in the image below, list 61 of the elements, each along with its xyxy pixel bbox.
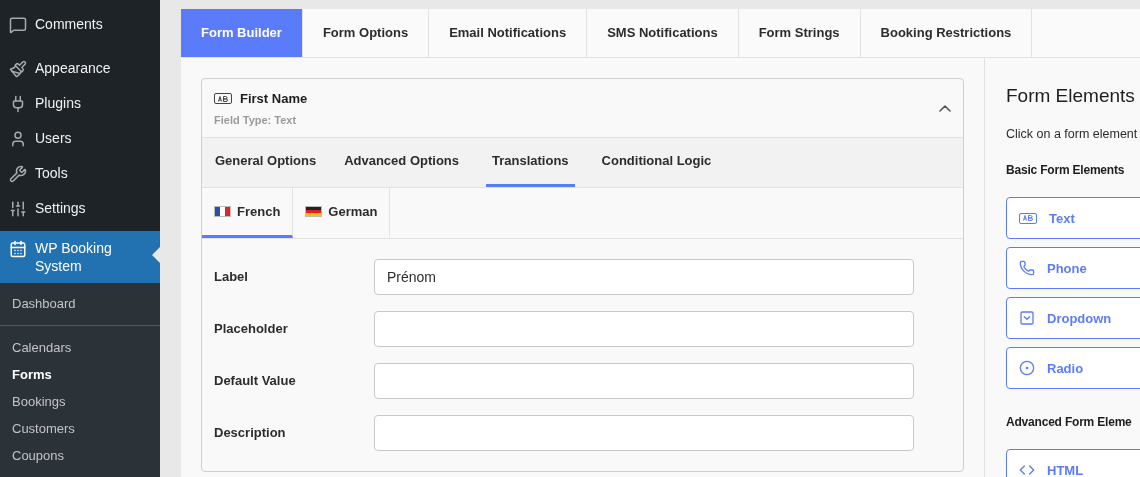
submenu-item[interactable]: Calendars bbox=[0, 334, 160, 361]
sidebar-item[interactable]: Users bbox=[0, 121, 160, 156]
form-element-button[interactable]: Radio bbox=[1006, 347, 1140, 390]
submenu-item[interactable]: Coupons bbox=[0, 442, 160, 469]
submenu-item[interactable]: Forms bbox=[0, 361, 160, 388]
tab[interactable]: Form Builder bbox=[181, 9, 303, 57]
tab[interactable]: Form Strings bbox=[738, 9, 861, 57]
submenu-item[interactable]: Bookings bbox=[0, 388, 160, 415]
phone-icon bbox=[1019, 260, 1035, 277]
sidebar-item[interactable]: Plugins bbox=[0, 86, 160, 121]
submenu-item[interactable]: Dashboard bbox=[0, 290, 160, 317]
speech-bubble-icon bbox=[9, 16, 27, 34]
text-field-icon bbox=[1019, 212, 1037, 224]
option-tab[interactable]: Advanced Options bbox=[343, 138, 460, 187]
language-tab[interactable]: German bbox=[293, 188, 391, 238]
sliders-icon bbox=[9, 200, 27, 218]
language-tab[interactable]: French bbox=[202, 188, 294, 238]
calendar-icon bbox=[9, 240, 27, 258]
option-tab[interactable]: Translations bbox=[486, 138, 575, 187]
submenu-item[interactable]: Customers bbox=[0, 415, 160, 442]
wrench-icon bbox=[9, 165, 27, 183]
section-heading: Advanced Form Eleme bbox=[1006, 414, 1133, 432]
option-tab[interactable]: General Options bbox=[214, 138, 318, 187]
form-element-button[interactable]: Phone bbox=[1006, 247, 1140, 290]
chevron-icon bbox=[939, 105, 951, 112]
panel-heading: Form Elements bbox=[1006, 84, 1136, 108]
text-input[interactable]: Prénom bbox=[374, 259, 914, 295]
tab[interactable]: Booking Restrictions bbox=[860, 9, 1033, 57]
field-title: First Name bbox=[240, 90, 308, 108]
text-input[interactable] bbox=[374, 415, 914, 451]
sidebar-item[interactable]: Settings bbox=[0, 191, 160, 226]
field-type-label: Field Type: Text bbox=[214, 112, 298, 128]
user-icon bbox=[9, 130, 27, 148]
text-input[interactable] bbox=[374, 363, 914, 399]
tab[interactable]: Email Notifications bbox=[429, 9, 588, 57]
paintbrush-icon bbox=[9, 60, 27, 78]
collapse-button[interactable] bbox=[939, 105, 951, 112]
form-element-button[interactable]: HTML bbox=[1006, 449, 1140, 477]
form-element-button[interactable]: Dropdown bbox=[1006, 297, 1140, 340]
field-label: Placeholder bbox=[214, 320, 289, 339]
form-element-button[interactable]: Text bbox=[1006, 197, 1140, 240]
tab[interactable]: Form Options bbox=[302, 9, 430, 57]
code-icon bbox=[1019, 462, 1035, 477]
flag-icon bbox=[305, 206, 323, 217]
text-input[interactable] bbox=[374, 311, 914, 347]
field-label: Default Value bbox=[214, 372, 297, 391]
tab[interactable]: SMS Notifications bbox=[587, 9, 739, 57]
sidebar-item[interactable]: Tools bbox=[0, 156, 160, 191]
text-field-icon bbox=[214, 93, 232, 105]
current-pointer-icon bbox=[152, 247, 160, 263]
radio-icon bbox=[1019, 360, 1035, 377]
dropdown-icon bbox=[1019, 310, 1035, 327]
sidebar-item[interactable]: WP Booking System bbox=[0, 231, 160, 283]
flag-icon bbox=[214, 206, 231, 217]
panel-hint: Click on a form element bbox=[1006, 125, 1139, 143]
option-tab[interactable]: Conditional Logic bbox=[600, 138, 713, 187]
sidebar-item[interactable]: Comments bbox=[0, 7, 160, 42]
sidebar-item[interactable]: Appearance bbox=[0, 51, 160, 86]
section-heading: Basic Form Elements bbox=[1006, 162, 1126, 180]
field-label: Label bbox=[214, 268, 249, 287]
field-label: Description bbox=[214, 424, 287, 443]
